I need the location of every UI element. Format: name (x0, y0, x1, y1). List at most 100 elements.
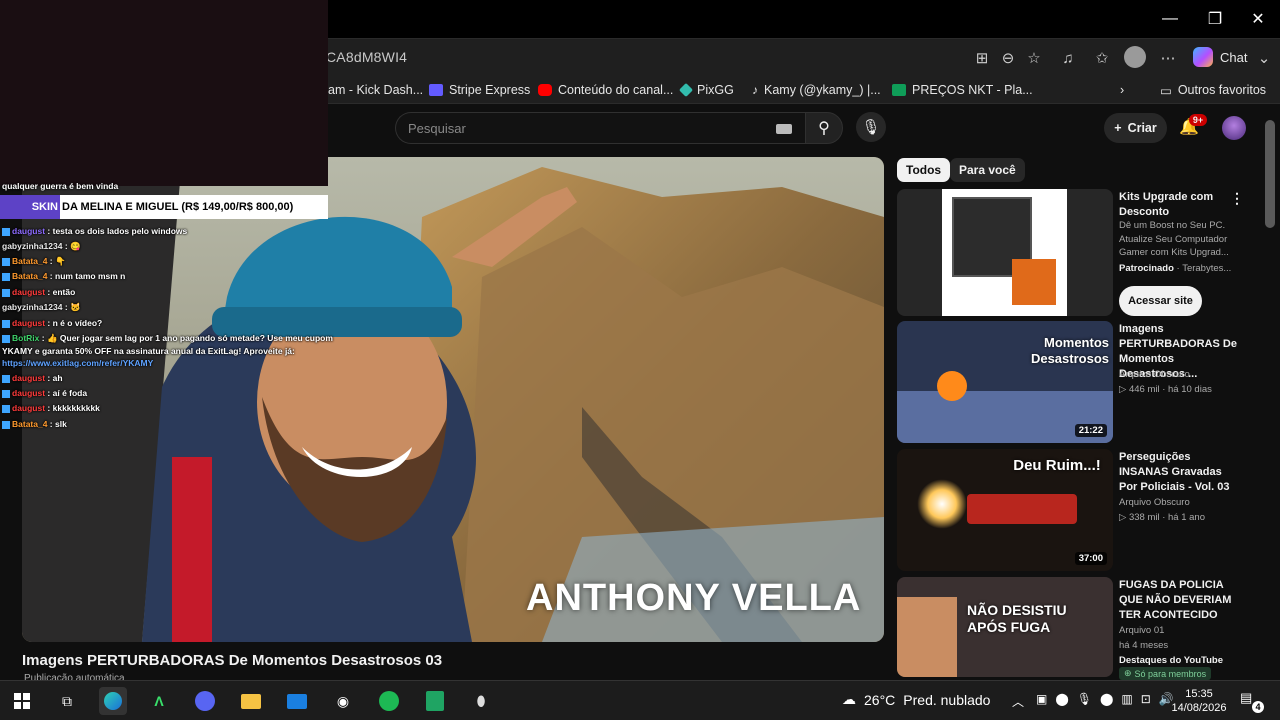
search-placeholder: Pesquisar (408, 121, 466, 136)
plus-icon: + (1114, 121, 1122, 135)
thumbnail-text: NÃO DESISTIU APÓS FUGA (967, 602, 1067, 635)
chat-message: BotRix : 👍 Quer jogar sem lag por 1 ano … (2, 333, 333, 344)
apps-icon[interactable]: ⊞ (970, 46, 994, 70)
bookmark-label: PREÇOS NKT - Pla... (912, 83, 1033, 97)
bookmark-label: Kamy (@ykamy_) |... (764, 83, 881, 97)
notification-badge: 9+ (1189, 114, 1207, 126)
discord-icon[interactable] (191, 687, 219, 715)
windows-taskbar: ⧉ Λ ◉ ⬮ ☁ 26°C Pred. nublado ︿ ▣⬤🎙⬤▥⊡🔊 1… (0, 680, 1280, 720)
ad-thumbnail[interactable] (897, 189, 1113, 316)
weather-temp: 26°C (864, 691, 896, 708)
edge-icon[interactable] (99, 687, 127, 715)
youtube-icon (538, 84, 552, 96)
search-input[interactable]: Pesquisar (395, 112, 805, 144)
cpu-box-image (1012, 259, 1056, 305)
spotify-icon[interactable] (375, 687, 403, 715)
video-thumbnail[interactable]: Momentos Desastrosos 21:22 (897, 321, 1113, 443)
create-button[interactable]: + Criar (1104, 113, 1167, 143)
visit-site-button[interactable]: Acessar site (1119, 286, 1202, 316)
highlights-label: Destaques do YouTube (1119, 655, 1223, 666)
video-thumbnail[interactable]: NÃO DESISTIU APÓS FUGA (897, 577, 1113, 677)
chat-message: daugust : testa os dois lados pelo windo… (2, 226, 187, 236)
video-title[interactable]: FUGAS DA POLICIA QUE NÃO DEVERIAM TER AC… (1119, 578, 1239, 623)
chevron-right-icon[interactable]: › (1120, 81, 1124, 99)
mail-icon[interactable] (283, 687, 311, 715)
kick-app-icon[interactable]: Λ (145, 687, 173, 715)
search-icon: ⚲ (818, 120, 830, 137)
chat-button[interactable]: Chat (1220, 50, 1247, 65)
chip-all[interactable]: Todos (897, 158, 951, 182)
chat-message: gabyzinha1234 : 🐱 (2, 302, 81, 312)
start-windows-icon[interactable] (8, 687, 36, 715)
tiktok-icon: ♪ (752, 83, 758, 97)
chevron-down-icon[interactable]: ⌄ (1252, 46, 1276, 70)
bookmark-label: Stripe Express (449, 83, 531, 97)
more-icon[interactable]: ⋯ (1156, 46, 1180, 70)
favorites-icon[interactable]: ✩ (1090, 46, 1114, 70)
file-explorer-icon[interactable] (237, 687, 265, 715)
favorite-star-icon[interactable]: ☆ (1022, 46, 1046, 70)
mouse-app-icon[interactable]: ⬮ (467, 687, 495, 715)
search-button[interactable]: ⚲ (805, 112, 843, 144)
chat-link[interactable]: https://www.exitlag.com/refer/YKAMY (2, 358, 153, 368)
clock-time: 15:35 (1185, 688, 1213, 700)
thumbnail-text: Deu Ruim...! (1013, 457, 1101, 474)
thumbnail-truck (967, 494, 1077, 524)
cloud-icon: ☁ (842, 691, 856, 707)
clock-date: 14/08/2026 (1171, 702, 1227, 714)
media-icon[interactable]: ♫ (1056, 46, 1080, 70)
bookmark-label: am - Kick Dash... (328, 83, 424, 97)
chat-message: daugust : então (2, 287, 75, 297)
microphone-icon: 🎙 (861, 119, 881, 136)
sheets-app-icon[interactable] (421, 687, 449, 715)
minimize-icon[interactable]: — (1150, 6, 1190, 32)
tray-chevron-icon[interactable]: ︿ (1012, 693, 1024, 710)
bookmark-kick[interactable]: am - Kick Dash... (328, 81, 423, 99)
ad-title[interactable]: Kits Upgrade com Desconto (1119, 190, 1239, 220)
keyboard-icon[interactable] (776, 124, 792, 134)
create-label: Criar (1127, 121, 1157, 135)
obs-icon[interactable]: ◉ (329, 687, 357, 715)
system-clock[interactable]: 15:35 14/08/2026 (1168, 687, 1230, 715)
video-meta: há 4 meses (1119, 640, 1169, 651)
url-text[interactable]: CA8dM8WI4 (326, 49, 407, 65)
voice-search-button[interactable]: 🎙 (856, 112, 886, 142)
bookmark-pixgg[interactable]: PixGG (678, 81, 734, 99)
chat-message: Batata_4 : slk (2, 419, 67, 429)
weather-desc: Pred. nublado (903, 691, 991, 708)
members-only-badge: ⊕ Só para membros (1119, 667, 1212, 680)
chat-message: Batata_4 : 👇 (2, 256, 66, 267)
video-title[interactable]: Perseguições INSANAS Gravadas Por Polici… (1119, 450, 1239, 495)
chat-message: gabyzinha1234 : 😋 (2, 241, 81, 251)
copilot-icon[interactable] (1193, 47, 1213, 67)
tray-icons[interactable]: ▣⬤🎙⬤▥⊡🔊 (1036, 692, 1182, 706)
chat-message: daugust : kkkkkkkkkk (2, 403, 100, 413)
maximize-icon[interactable]: ❐ (1195, 6, 1235, 32)
bookmark-label: PixGG (697, 83, 734, 97)
channel-name[interactable]: Arquivo Obscuro (1119, 368, 1190, 382)
video-meta: ▷ 338 mil · há 1 ano (1119, 512, 1205, 523)
ad-sponsor-line: Patrocinado · Terabytes... (1119, 263, 1232, 274)
user-avatar[interactable] (1222, 116, 1246, 140)
more-options-icon[interactable]: ⋮ (1230, 190, 1244, 207)
stripe-icon (429, 84, 443, 96)
chip-for-you[interactable]: Para você (950, 158, 1025, 182)
bookmark-tiktok[interactable]: ♪ Kamy (@ykamy_) |... (752, 81, 881, 99)
channel-name[interactable]: Arquivo Obscuro (1119, 496, 1190, 510)
other-favorites[interactable]: ▭ Outros favoritos (1160, 81, 1266, 99)
chat-message: Batata_4 : num tamo msm n (2, 271, 125, 281)
bookmark-stripe[interactable]: Stripe Express (429, 81, 530, 99)
chat-message: daugust : aí é foda (2, 388, 87, 398)
close-icon[interactable]: ✕ (1238, 6, 1278, 32)
channel-name[interactable]: Arquivo 01 (1119, 624, 1164, 638)
bookmark-sheets[interactable]: PREÇOS NKT - Pla... (892, 81, 1033, 99)
video-thumbnail[interactable]: Deu Ruim...! 37:00 (897, 449, 1113, 571)
bookmark-youtube-studio[interactable]: Conteúdo do canal... (538, 81, 673, 99)
profile-avatar[interactable] (1124, 46, 1146, 68)
task-view-icon[interactable]: ⧉ (53, 687, 81, 715)
scrollbar[interactable] (1265, 120, 1275, 228)
thumbnail-sparks (917, 479, 967, 529)
weather-widget[interactable]: ☁ 26°C Pred. nublado (842, 691, 990, 708)
zoom-icon[interactable]: ⊖ (996, 46, 1020, 70)
skin-goal-label: SKIN (0, 195, 60, 219)
